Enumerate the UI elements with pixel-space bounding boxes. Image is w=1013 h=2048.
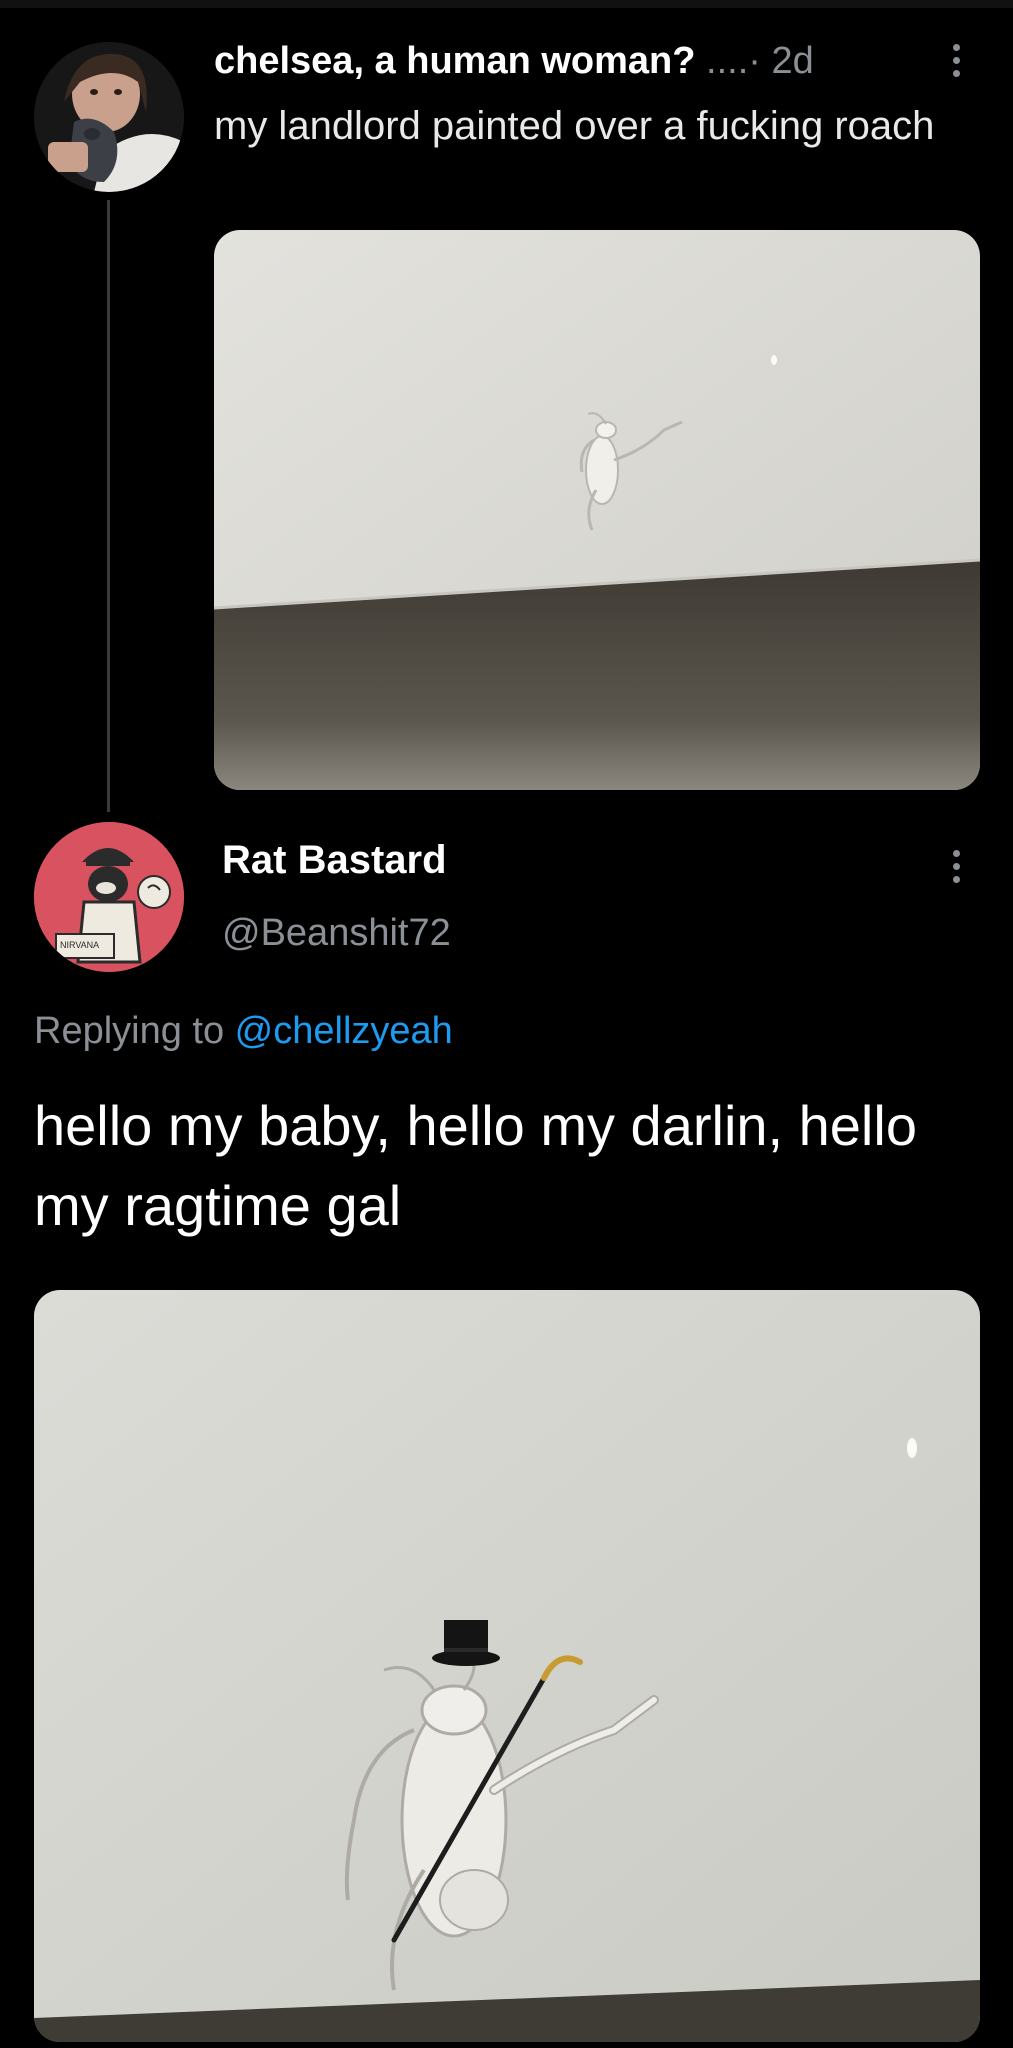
cartoon-avatar-icon bbox=[34, 822, 184, 972]
tweet2-text: hello my baby, hello my darlin, hello my… bbox=[34, 1094, 917, 1237]
painted-roach-photo bbox=[214, 230, 980, 790]
reply-mention-link[interactable]: @chellzyeah bbox=[235, 1010, 453, 1052]
tweet1-display-name[interactable]: chelsea, a human woman? bbox=[214, 40, 695, 82]
avatar-photo-icon bbox=[34, 42, 184, 192]
tweet1-header: chelsea, a human woman? ....· 2d bbox=[214, 36, 814, 86]
replying-to-line: Replying to @chellzyeah bbox=[34, 1010, 453, 1053]
replying-prefix: Replying to bbox=[34, 1010, 235, 1052]
more-options-icon[interactable] bbox=[949, 850, 963, 883]
tweet1-photo[interactable] bbox=[214, 230, 980, 790]
avatar-sign-text: NIRVANA bbox=[60, 940, 100, 950]
thread-connector bbox=[107, 200, 110, 812]
tweet1-timestamp[interactable]: ....· 2d bbox=[695, 40, 814, 82]
tweet2-photo[interactable] bbox=[34, 1290, 980, 2042]
dapper-roach-photo bbox=[34, 1290, 980, 2042]
rat-bastard-avatar[interactable]: NIRVANA bbox=[34, 822, 184, 972]
tweet1-text: my landlord painted over a fucking roach bbox=[214, 104, 935, 148]
tweet2-display-name[interactable]: Rat Bastard bbox=[222, 838, 447, 883]
tweet2-handle[interactable]: @Beanshit72 bbox=[222, 912, 451, 955]
chelsea-avatar[interactable] bbox=[34, 42, 184, 192]
more-options-icon[interactable] bbox=[949, 44, 963, 77]
top-divider bbox=[0, 0, 1013, 8]
